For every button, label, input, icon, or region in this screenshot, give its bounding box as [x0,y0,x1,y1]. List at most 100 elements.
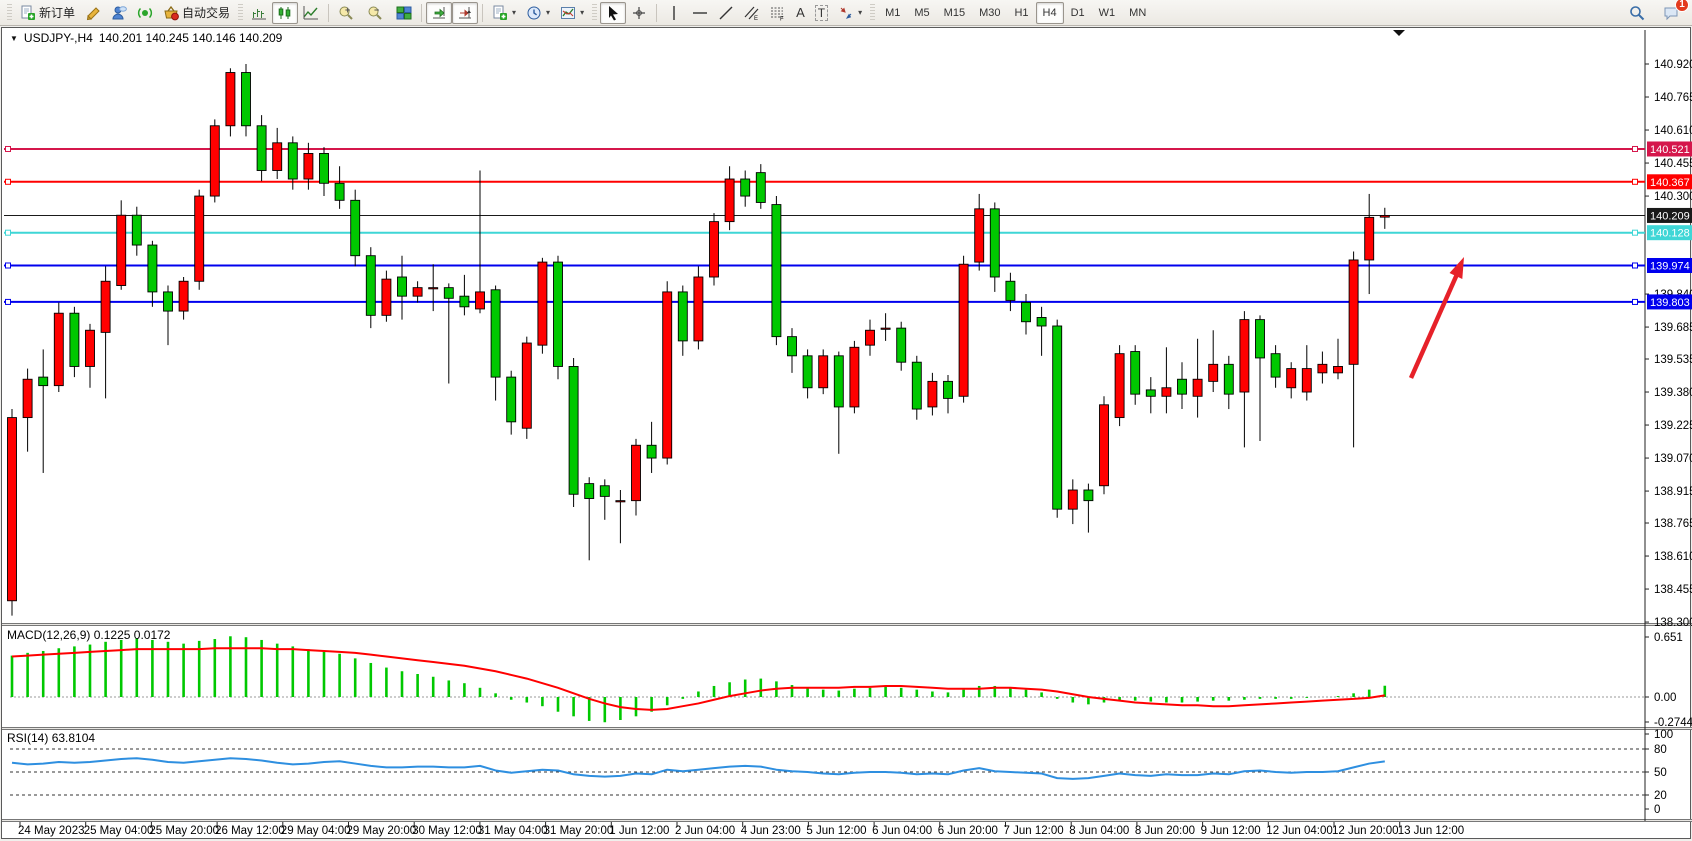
text-tool[interactable]: A [791,2,810,24]
price-axis-label: 138.765 [1654,518,1692,530]
auto-trading-button[interactable]: 自动交易 [158,2,235,24]
zoom-in-button[interactable]: + [333,2,362,24]
candle [366,256,375,316]
candle [1271,354,1280,377]
svg-text:140.209: 140.209 [1650,210,1690,222]
line-handle[interactable] [6,299,11,304]
line-handle[interactable] [1633,299,1638,304]
tile-windows-button[interactable] [391,2,417,24]
styles-button[interactable] [80,2,106,24]
price-axis-label: 138.915 [1654,486,1692,498]
chart-canvas[interactable]: 140.920140.765140.610140.455140.300139.8… [2,28,1692,840]
candle [101,281,110,332]
line-handle[interactable] [6,179,11,184]
horizontal-line-tool[interactable] [687,2,713,24]
timeframe-m1[interactable]: M1 [878,2,907,24]
timeframe-d1[interactable]: D1 [1064,2,1092,24]
panel-splitter-bottom[interactable] [2,819,1692,822]
candle [273,143,282,171]
time-axis-label: 9 Jun 12:00 [1201,825,1261,837]
timeframe-m30[interactable]: M30 [972,2,1007,24]
panel-splitter-macd[interactable] [2,623,1692,626]
candle [678,292,687,341]
timeframe-m5[interactable]: M5 [907,2,936,24]
candlestick-chart-button[interactable] [272,2,298,24]
label-tool[interactable]: T [810,2,833,24]
candle [975,209,984,262]
search-button[interactable] [1624,2,1650,24]
community-button[interactable] [106,2,132,24]
candle [382,279,391,315]
cursor-tool-button[interactable] [600,2,626,24]
line-handle[interactable] [6,146,11,151]
candle [710,222,719,277]
candle [398,277,407,296]
candle [8,418,17,601]
candle [1100,405,1109,486]
candle [834,356,843,407]
new-order-button[interactable]: 新订单 [15,2,80,24]
candle [1115,354,1124,418]
candle [538,262,547,345]
trendline-tool[interactable] [713,2,739,24]
price-axis-label: 139.225 [1654,420,1692,432]
crosshair-tool-button[interactable] [626,2,652,24]
line-handle[interactable] [6,263,11,268]
candle [1380,215,1389,217]
candle [242,73,251,126]
candle [1022,303,1031,322]
line-handle[interactable] [1633,230,1638,235]
price-axis-label: 140.455 [1654,158,1692,170]
candle [507,377,516,422]
timeframe-mn[interactable]: MN [1122,2,1153,24]
line-handle[interactable] [1633,146,1638,151]
toolbar-grip [238,4,243,22]
timeframe-w1[interactable]: W1 [1092,2,1123,24]
time-axis-label: 24 May 2023 [18,825,85,837]
signals-button[interactable] [132,2,158,24]
arrow-annotation[interactable] [1411,257,1464,378]
toolbar-grip [7,4,12,22]
arrows-tool[interactable]: ▾ [833,2,867,24]
marker-icon [85,5,101,21]
rsi-axis-label: 80 [1654,744,1667,756]
line-chart-button[interactable] [298,2,324,24]
candle [663,292,672,458]
line-handle[interactable] [6,230,11,235]
channel-tool[interactable] [739,2,765,24]
line-handle[interactable] [1633,179,1638,184]
candle [944,381,953,398]
candle [850,347,859,407]
panel-splitter-rsi[interactable] [2,727,1692,730]
candle [491,290,500,377]
chart-window[interactable]: 140.920140.765140.610140.455140.300139.8… [1,27,1691,839]
fibonacci-tool[interactable] [765,2,791,24]
candle [1068,490,1077,509]
time-axis-label: 30 May 12:00 [412,825,482,837]
notifications-button[interactable]: 1 [1658,2,1684,24]
candle [132,215,141,245]
time-axis-label: 25 May 04:00 [84,825,154,837]
auto-trading-label: 自动交易 [182,4,230,21]
vertical-line-tool[interactable] [661,2,687,24]
candle [1334,366,1343,372]
chart-shift-marker[interactable] [1393,30,1405,36]
auto-scroll-icon [457,5,473,21]
timeframe-h1[interactable]: H1 [1007,2,1035,24]
candle [1302,369,1311,392]
chart-shift-button[interactable] [426,2,452,24]
auto-scroll-button[interactable] [452,2,478,24]
timeframe-m15[interactable]: M15 [937,2,972,24]
candle [70,313,79,366]
timeframe-h4[interactable]: H4 [1036,2,1064,24]
candle [1084,490,1093,501]
chart-collapse-icon[interactable]: ▼ [10,34,18,43]
text-tool-label: A [796,5,805,20]
bar-chart-button[interactable] [246,2,272,24]
periods-button[interactable]: ▾ [521,2,555,24]
zoom-out-button[interactable]: − [362,2,391,24]
templates-button[interactable]: ▾ [555,2,589,24]
line-handle[interactable] [1633,263,1638,268]
time-axis-label: 13 Jun 12:00 [1398,825,1465,837]
indicators-button[interactable]: ▾ [487,2,521,24]
